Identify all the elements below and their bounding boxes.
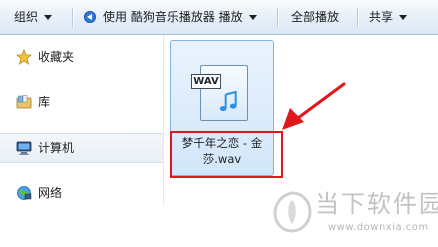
nav-item-label: 计算机 [38, 141, 75, 155]
library-icon [16, 94, 32, 108]
command-bar: 组织 使用 酷狗音乐播放器 播放 全部播放 共享 [0, 0, 438, 35]
pane-divider [163, 35, 164, 205]
computer-icon [16, 141, 32, 155]
share-label: 共享 [369, 10, 394, 24]
network-icon [17, 185, 32, 200]
nav-item-libraries[interactable]: 库 [16, 91, 50, 113]
nav-item-computer[interactable]: 计算机 [16, 137, 74, 159]
annotation-highlight-box [170, 131, 283, 178]
star-icon [16, 48, 32, 65]
play-all-button[interactable]: 全部播放 [291, 0, 339, 35]
organize-label: 组织 [14, 10, 39, 24]
navigation-pane: 收藏夹 库 计算机 网络 [0, 35, 163, 247]
watermark-url: www.downxia.com [328, 222, 429, 233]
nav-item-network[interactable]: 网络 [16, 182, 62, 204]
nav-item-favorites[interactable]: 收藏夹 [16, 46, 74, 68]
toolbar-separator [72, 8, 73, 27]
toolbar-separator [357, 8, 358, 27]
nav-item-label: 网络 [38, 186, 63, 200]
nav-item-label: 收藏夹 [38, 50, 75, 64]
chevron-down-icon [399, 15, 408, 20]
nav-item-label: 库 [38, 95, 51, 109]
explorer-window: 组织 使用 酷狗音乐播放器 播放 全部播放 共享 收藏夹 库 计算机 网络 WA… [0, 0, 438, 247]
music-note-icon [219, 91, 237, 112]
play-with-label: 使用 酷狗音乐播放器 播放 [103, 10, 243, 24]
watermark-title: 当下软件园 [315, 190, 438, 218]
kugou-player-icon [84, 10, 96, 23]
play-with-button[interactable]: 使用 酷狗音乐播放器 播放 [84, 0, 257, 35]
file-type-badge: WAV [191, 74, 221, 89]
share-menu[interactable]: 共享 [369, 0, 408, 35]
watermark-logo-icon [273, 191, 312, 233]
chevron-down-icon [44, 15, 53, 20]
wav-file-icon: WAV [191, 65, 248, 121]
play-all-label: 全部播放 [291, 10, 340, 24]
organize-menu[interactable]: 组织 [14, 0, 53, 35]
toolbar-separator [277, 8, 278, 27]
chevron-down-icon [248, 15, 257, 20]
watermark: 当下软件园 www.downxia.com [268, 186, 438, 247]
annotation-arrow-icon [282, 82, 346, 130]
